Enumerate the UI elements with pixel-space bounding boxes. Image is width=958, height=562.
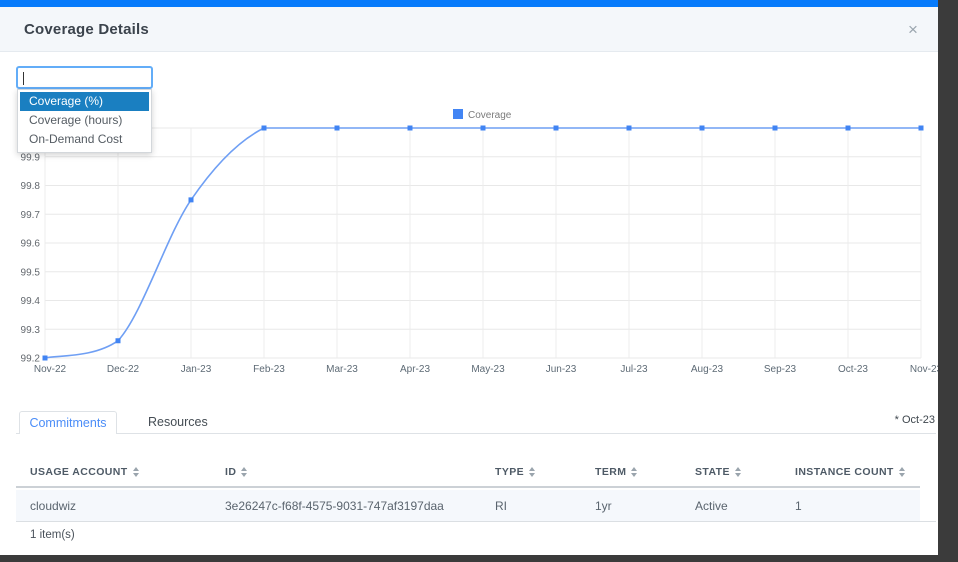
page-title: Coverage Details: [24, 7, 149, 52]
modal-accent-bar: [0, 0, 938, 7]
dropdown-option-coverage-pct[interactable]: Coverage (%): [20, 92, 149, 111]
table-bottom-border: [16, 521, 936, 522]
column-label: STATE: [695, 466, 730, 478]
column-label: TERM: [595, 466, 626, 478]
svg-text:Aug-23: Aug-23: [691, 364, 724, 375]
svg-text:Nov-22: Nov-22: [34, 364, 67, 375]
svg-text:Dec-22: Dec-22: [107, 364, 140, 375]
sort-icon: [735, 467, 741, 477]
tab-commitments[interactable]: Commitments: [19, 411, 117, 434]
svg-text:May-23: May-23: [471, 364, 505, 375]
svg-text:99.2: 99.2: [21, 354, 41, 365]
sort-icon: [899, 467, 905, 477]
svg-text:Mar-23: Mar-23: [326, 364, 358, 375]
svg-text:99.4: 99.4: [21, 296, 41, 307]
column-label: TYPE: [495, 466, 524, 478]
column-label: USAGE ACCOUNT: [30, 466, 128, 478]
period-note: * Oct-23: [895, 414, 935, 426]
svg-text:Jul-23: Jul-23: [620, 364, 648, 375]
svg-text:Feb-23: Feb-23: [253, 364, 285, 375]
sort-icon: [631, 467, 637, 477]
text-cursor: [23, 72, 24, 85]
svg-text:99.3: 99.3: [21, 325, 41, 336]
sort-icon: [133, 467, 139, 477]
cell-type: RI: [481, 499, 581, 513]
dropdown-option-ondemand-cost[interactable]: On-Demand Cost: [20, 130, 149, 149]
item-count-label: 1 item(s): [30, 529, 75, 541]
column-header-usage-account[interactable]: USAGE ACCOUNT: [16, 466, 211, 478]
column-header-instance-count[interactable]: INSTANCE COUNT: [781, 466, 920, 478]
dropdown-option-coverage-hours[interactable]: Coverage (hours): [20, 111, 149, 130]
page-background: [0, 555, 958, 562]
cell-term: 1yr: [581, 499, 681, 513]
svg-text:Nov-23: Nov-23: [910, 364, 938, 375]
modal-header: Coverage Details ×: [0, 7, 938, 52]
svg-text:Apr-23: Apr-23: [400, 364, 430, 375]
table-header-row: USAGE ACCOUNT ID TYPE TERM STATE INSTANC…: [16, 458, 920, 488]
svg-text:99.6: 99.6: [21, 239, 41, 250]
cell-state: Active: [681, 499, 781, 513]
svg-text:Jan-23: Jan-23: [181, 364, 212, 375]
sort-icon: [241, 467, 247, 477]
svg-text:Coverage: Coverage: [468, 110, 512, 121]
tab-bar: Commitments Resources: [16, 408, 936, 434]
tab-resources[interactable]: Resources: [124, 411, 232, 434]
svg-text:99.8: 99.8: [21, 181, 41, 192]
sort-icon: [529, 467, 535, 477]
column-label: ID: [225, 466, 236, 478]
svg-text:Oct-23: Oct-23: [838, 364, 868, 375]
metric-select-input[interactable]: [16, 66, 153, 89]
column-label: INSTANCE COUNT: [795, 466, 894, 478]
cell-usage-account: cloudwiz: [16, 499, 211, 513]
svg-text:99.7: 99.7: [21, 210, 41, 221]
metric-dropdown: Coverage (%) Coverage (hours) On-Demand …: [17, 89, 152, 153]
svg-text:99.5: 99.5: [21, 267, 41, 278]
svg-text:Sep-23: Sep-23: [764, 364, 797, 375]
column-header-term[interactable]: TERM: [581, 466, 681, 478]
column-header-type[interactable]: TYPE: [481, 466, 581, 478]
cell-id: 3e26247c-f68f-4575-9031-747af3197daa: [211, 499, 481, 513]
svg-text:99.9: 99.9: [21, 152, 41, 163]
cell-instance-count: 1: [781, 499, 920, 513]
coverage-details-modal: Coverage Details × Coverage (%) Coverage…: [0, 0, 938, 555]
page-background: [938, 0, 958, 562]
column-header-id[interactable]: ID: [211, 466, 481, 478]
close-icon[interactable]: ×: [902, 19, 924, 41]
column-header-state[interactable]: STATE: [681, 466, 781, 478]
svg-text:Jun-23: Jun-23: [546, 364, 577, 375]
table-row: cloudwiz 3e26247c-f68f-4575-9031-747af31…: [16, 490, 920, 521]
